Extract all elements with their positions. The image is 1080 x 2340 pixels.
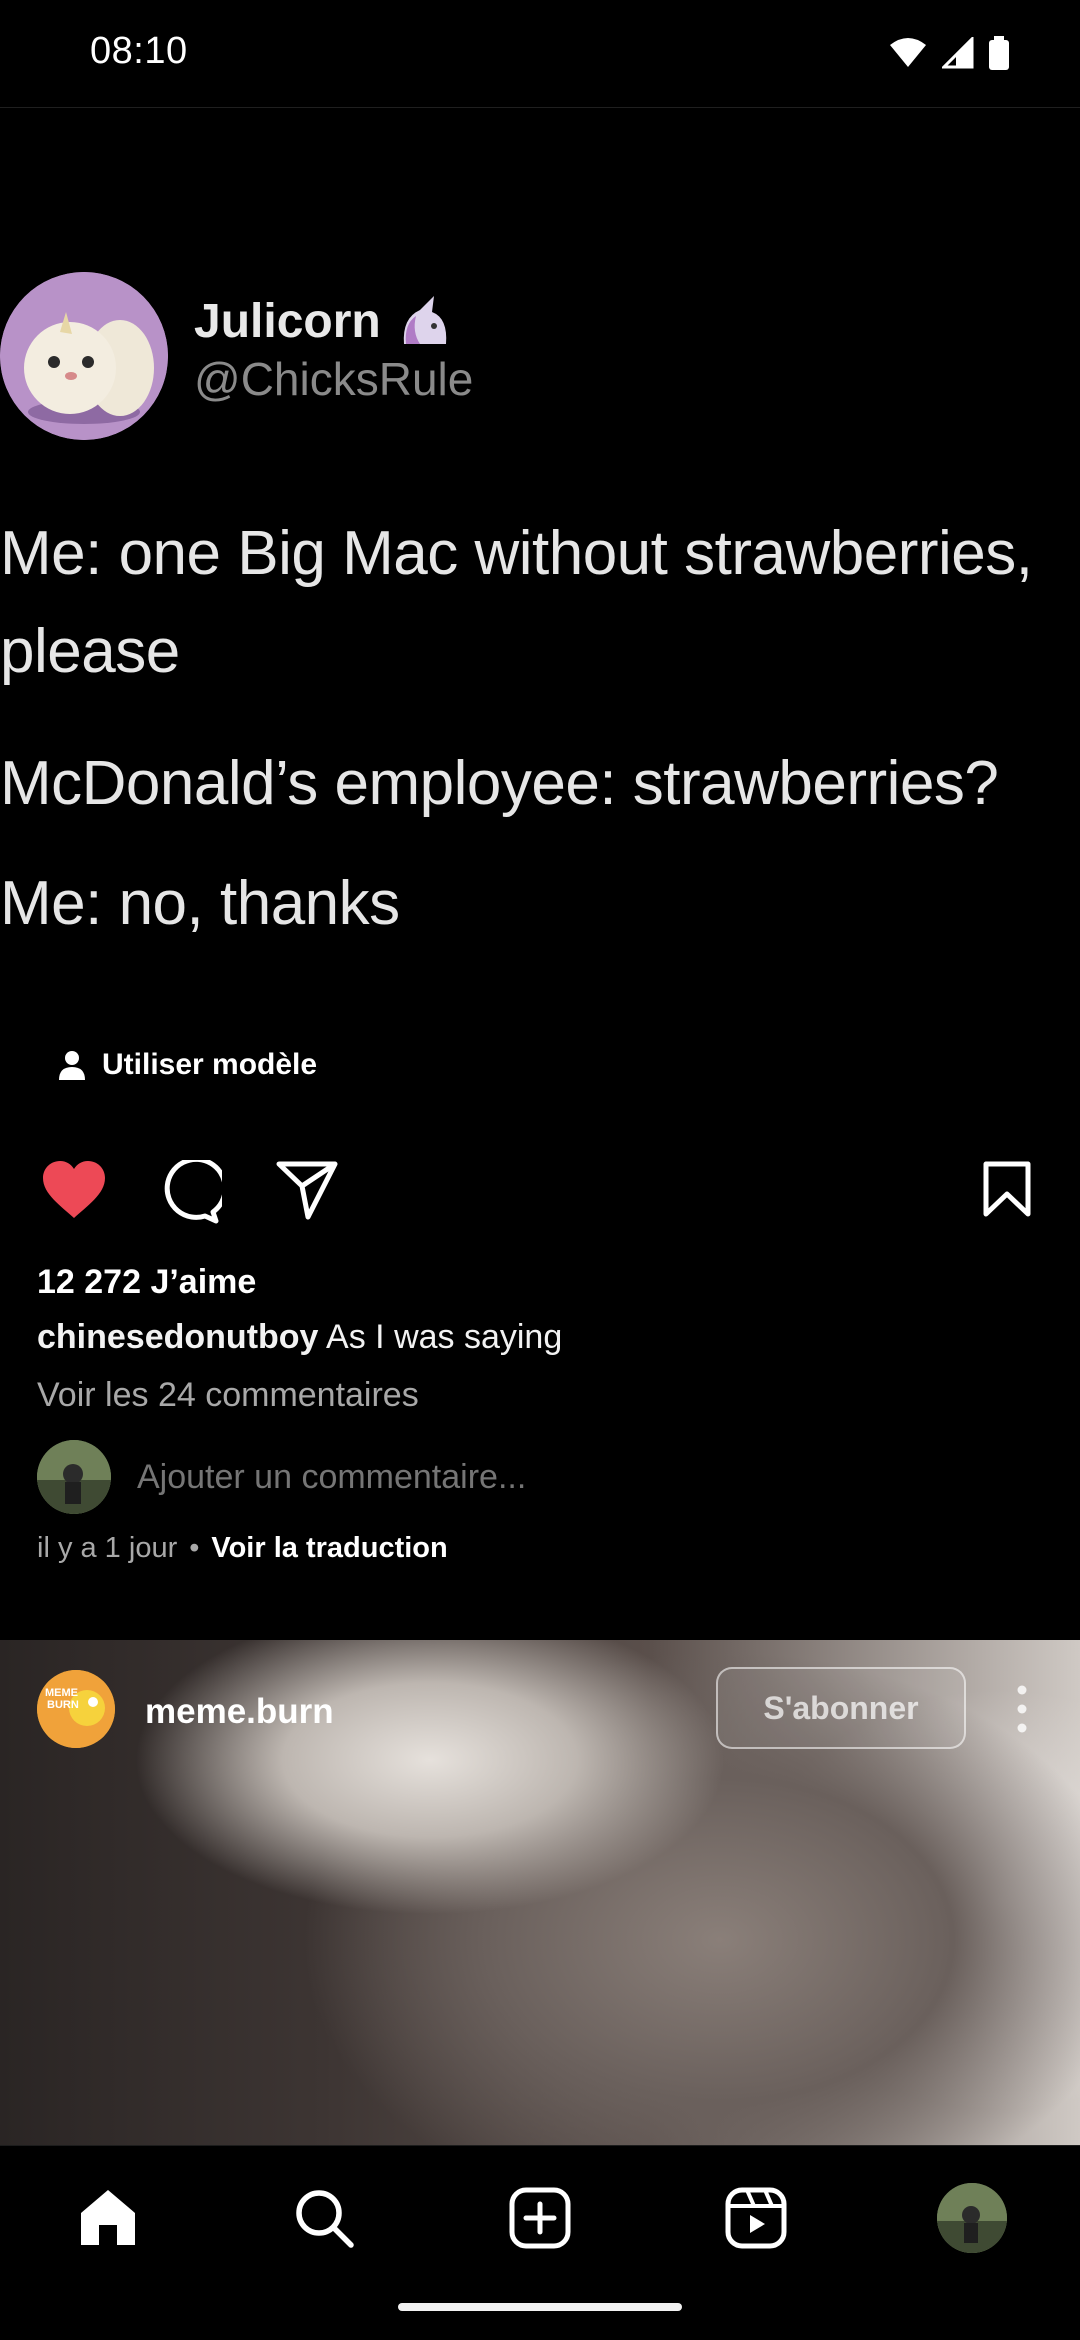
- heart-icon[interactable]: [41, 1160, 107, 1220]
- tweet-handle: @ChicksRule: [194, 353, 474, 405]
- nav-home[interactable]: [68, 2178, 148, 2258]
- caption-text: As I was saying: [326, 1318, 563, 1356]
- tweet-text-line: Me: no, thanks: [0, 869, 400, 938]
- use-template-button[interactable]: Utiliser modèle: [56, 1048, 317, 1082]
- tweet-text-line: please: [0, 617, 180, 686]
- home-indicator[interactable]: [398, 2303, 682, 2311]
- view-comments-link[interactable]: Voir les 24 commentaires: [37, 1376, 419, 1415]
- squirrel-unicorn-illustration: [0, 272, 168, 440]
- svg-text:BURN: BURN: [47, 1699, 79, 1711]
- nav-create[interactable]: [500, 2178, 580, 2258]
- bookmark-icon[interactable]: [982, 1160, 1032, 1218]
- home-icon: [81, 2190, 135, 2245]
- profile-avatar: [937, 2183, 1007, 2253]
- post-media[interactable]: Julicorn @ChicksRule Me: one Big Mac wit…: [0, 108, 1080, 1140]
- tweet-avatar: [0, 272, 168, 440]
- person-icon: [59, 1051, 85, 1080]
- next-post[interactable]: MEME BURN meme.burn S'abonner: [0, 1640, 1080, 2145]
- share-icon[interactable]: [276, 1160, 338, 1220]
- signal-icon: [942, 37, 974, 69]
- avatar: [37, 1440, 111, 1514]
- comment-icon[interactable]: [158, 1160, 222, 1224]
- post-meta: il y a 1 jour • Voir la traduction: [37, 1532, 448, 1565]
- nav-search[interactable]: [284, 2178, 364, 2258]
- avatar[interactable]: MEME BURN: [37, 1670, 115, 1748]
- tweet-display-name: Julicorn: [194, 295, 381, 348]
- follow-button[interactable]: S'abonner: [716, 1667, 966, 1749]
- unicorn-icon: [394, 294, 454, 353]
- status-bar: 08:10: [0, 0, 1080, 108]
- nav-reels[interactable]: [716, 2178, 796, 2258]
- create-icon: [509, 2187, 571, 2249]
- post-actions: [0, 1160, 1080, 1240]
- comment-input[interactable]: [137, 1458, 837, 1497]
- tweet-text-line: Me: one Big Mac without strawberries,: [0, 519, 1033, 588]
- see-translation-link[interactable]: Voir la traduction: [211, 1532, 447, 1564]
- likes-count[interactable]: 12 272 J’aime: [37, 1263, 256, 1302]
- caption-username[interactable]: chinesedonutboy: [37, 1318, 318, 1356]
- more-options-icon[interactable]: [1010, 1682, 1034, 1736]
- tweet-text-line: McDonald’s employee: strawberries?: [0, 749, 999, 818]
- nav-profile[interactable]: [932, 2178, 1012, 2258]
- post-time: il y a 1 jour: [37, 1532, 178, 1564]
- post-caption: chinesedonutboy As I was saying: [37, 1318, 562, 1357]
- svg-text:MEME: MEME: [45, 1687, 78, 1699]
- wifi-icon: [890, 38, 926, 67]
- battery-icon: [989, 36, 1009, 70]
- reels-icon: [725, 2187, 787, 2249]
- status-time: 08:10: [90, 30, 188, 72]
- separator-dot: •: [189, 1532, 200, 1564]
- status-icons: [888, 36, 1010, 70]
- use-template-label: Utiliser modèle: [102, 1048, 318, 1081]
- post-username[interactable]: meme.burn: [145, 1692, 334, 1732]
- search-icon: [296, 2190, 354, 2248]
